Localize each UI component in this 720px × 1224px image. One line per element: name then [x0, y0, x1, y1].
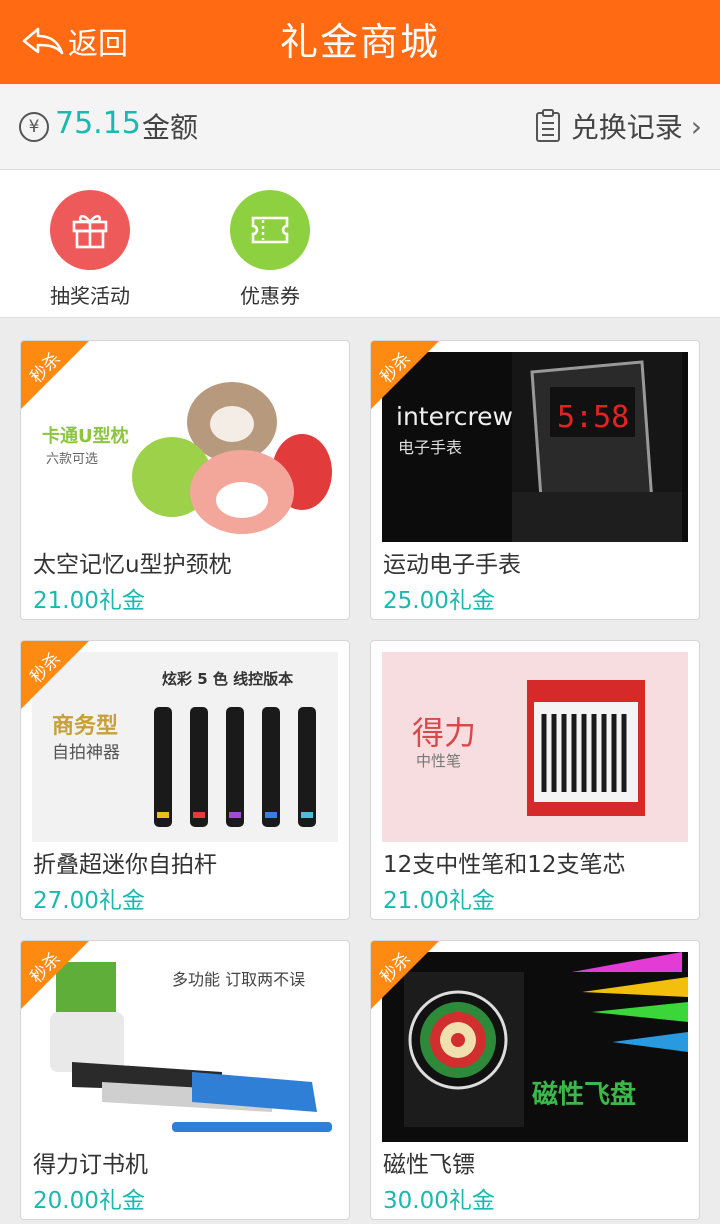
product-card[interactable]: 多功能 订取两不误 秒杀 得力订书机 20.00礼金 [20, 940, 350, 1220]
flash-sale-badge: 秒杀 [21, 641, 92, 712]
balance-label: 金额 [142, 111, 199, 144]
app-header: 返回 礼金商城 [0, 0, 720, 84]
flash-sale-badge: 秒杀 [21, 341, 92, 412]
gift-icon [72, 215, 108, 249]
image-caption: 商务型 [52, 714, 119, 739]
exchange-records-button[interactable]: 兑换记录 › [535, 106, 702, 146]
product-price: 20.00礼金 [33, 1188, 145, 1214]
ticket-icon [251, 216, 289, 244]
product-name: 运动电子手表 [383, 552, 521, 578]
product-card[interactable]: 磁性飞盘 秒杀 磁性飞镖 30.00礼金 [370, 940, 700, 1220]
lottery-label: 抽奖活动 [50, 284, 130, 308]
coupon-action[interactable]: 优惠券 [210, 190, 330, 309]
product-card[interactable]: 5:58 intercrew 电子手表 秒杀 运动电子手表 25.00礼金 [370, 340, 700, 620]
image-caption: 炫彩 5 色 线控版本 [162, 670, 294, 688]
product-price: 25.00礼金 [383, 588, 495, 614]
svg-text:5:58: 5:58 [557, 400, 629, 435]
image-caption: 多功能 订取两不误 [172, 970, 306, 989]
lottery-circle [50, 190, 130, 270]
yuan-icon: ¥ [19, 112, 49, 142]
product-card[interactable]: 炫彩 5 色 线控版本 商务型 自拍神器 秒杀 折叠超迷你自拍杆 27.00礼金 [20, 640, 350, 920]
page-title: 礼金商城 [279, 20, 440, 64]
product-name: 得力订书机 [33, 1152, 148, 1178]
flash-sale-badge: 秒杀 [371, 341, 442, 412]
flash-sale-badge: 秒杀 [21, 941, 92, 1012]
flash-sale-badge: 秒杀 [371, 941, 442, 1012]
image-caption: 得力 [412, 714, 477, 752]
chevron-right-icon: › [690, 109, 702, 143]
exchange-records-label: 兑换记录 [570, 111, 683, 144]
coupon-circle [230, 190, 310, 270]
product-name: 太空记忆u型护颈枕 [33, 552, 232, 578]
image-caption: 卡通U型枕 [42, 426, 129, 447]
product-name: 12支中性笔和12支笔芯 [383, 852, 626, 878]
image-caption: 电子手表 [398, 438, 463, 457]
clipboard-icon [535, 109, 560, 142]
balance-amount: 75.15 [55, 106, 141, 141]
product-price: 27.00礼金 [33, 888, 145, 914]
product-card[interactable]: 卡通U型枕 六款可选 秒杀 太空记忆u型护颈枕 21.00礼金 [20, 340, 350, 620]
product-image: 得力 中性笔 [382, 652, 688, 842]
image-caption: 自拍神器 [52, 743, 120, 763]
quick-actions: 抽奖活动 优惠券 [0, 170, 720, 318]
product-name: 折叠超迷你自拍杆 [33, 852, 217, 878]
product-card[interactable]: 得力 中性笔 12支中性笔和12支笔芯 21.00礼金 [370, 640, 700, 920]
image-caption: 中性笔 [416, 752, 462, 770]
coupon-label: 优惠券 [240, 284, 300, 308]
lottery-action[interactable]: 抽奖活动 [30, 190, 150, 309]
image-caption: 六款可选 [46, 452, 99, 467]
product-name: 磁性飞镖 [383, 1152, 475, 1178]
balance-bar: ¥ 75.15 金额 兑换记录 › [0, 84, 720, 170]
image-caption: 磁性飞盘 [532, 1080, 637, 1110]
product-price: 21.00礼金 [383, 888, 495, 914]
product-price: 21.00礼金 [33, 588, 145, 614]
product-price: 30.00礼金 [383, 1188, 495, 1214]
